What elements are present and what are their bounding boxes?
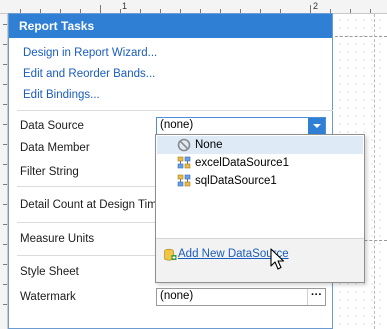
watermark-field[interactable]: (none) ··· — [156, 288, 326, 306]
data-member-label: Data Member — [20, 142, 90, 154]
dropdown-item-label: excelDataSource1 — [195, 157, 289, 169]
data-source-dropdown: None excelDataSource1 sqlDataSource1 Add… — [155, 134, 365, 283]
style-sheet-label: Style Sheet — [20, 266, 79, 278]
dropdown-item-sql-datasource[interactable]: sqlDataSource1 — [157, 172, 363, 190]
divider — [17, 110, 333, 111]
band-boundary — [335, 36, 387, 37]
data-source-value: (none) — [160, 119, 194, 131]
dropdown-footer: Add New DataSource — [156, 238, 364, 282]
edit-bindings-link[interactable]: Edit Bindings... — [23, 89, 100, 101]
vertical-ruler — [0, 14, 8, 329]
datasource-icon — [177, 156, 191, 169]
dropdown-item-none[interactable]: None — [157, 136, 363, 154]
add-datasource-icon — [164, 248, 177, 261]
ruler-label-1: 1 — [122, 1, 128, 11]
panel-title: Report Tasks — [9, 14, 332, 38]
none-icon — [177, 138, 191, 152]
dropdown-item-label: None — [195, 139, 223, 151]
page-margin-line — [374, 14, 375, 329]
dropdown-item-label: sqlDataSource1 — [195, 175, 277, 187]
filter-string-label: Filter String — [20, 166, 79, 178]
datasource-icon — [177, 174, 191, 187]
edit-and-reorder-bands-link[interactable]: Edit and Reorder Bands... — [23, 68, 155, 80]
dropdown-item-excel-datasource[interactable]: excelDataSource1 — [157, 154, 363, 172]
watermark-label: Watermark — [20, 291, 76, 303]
watermark-value: (none) — [160, 290, 194, 302]
ellipsis-button[interactable]: ··· — [307, 289, 325, 305]
measure-units-label: Measure Units — [20, 233, 95, 245]
data-source-combo[interactable]: (none) — [156, 117, 326, 135]
detail-count-label: Detail Count at Design Time — [20, 199, 164, 211]
ruler-label-2: 2 — [313, 1, 319, 11]
mouse-cursor-icon — [270, 248, 285, 270]
design-in-report-wizard-link[interactable]: Design in Report Wizard... — [23, 47, 157, 59]
chevron-down-icon[interactable] — [308, 118, 325, 134]
data-source-label: Data Source — [20, 120, 84, 132]
horizontal-ruler: 1 2 — [0, 0, 387, 14]
